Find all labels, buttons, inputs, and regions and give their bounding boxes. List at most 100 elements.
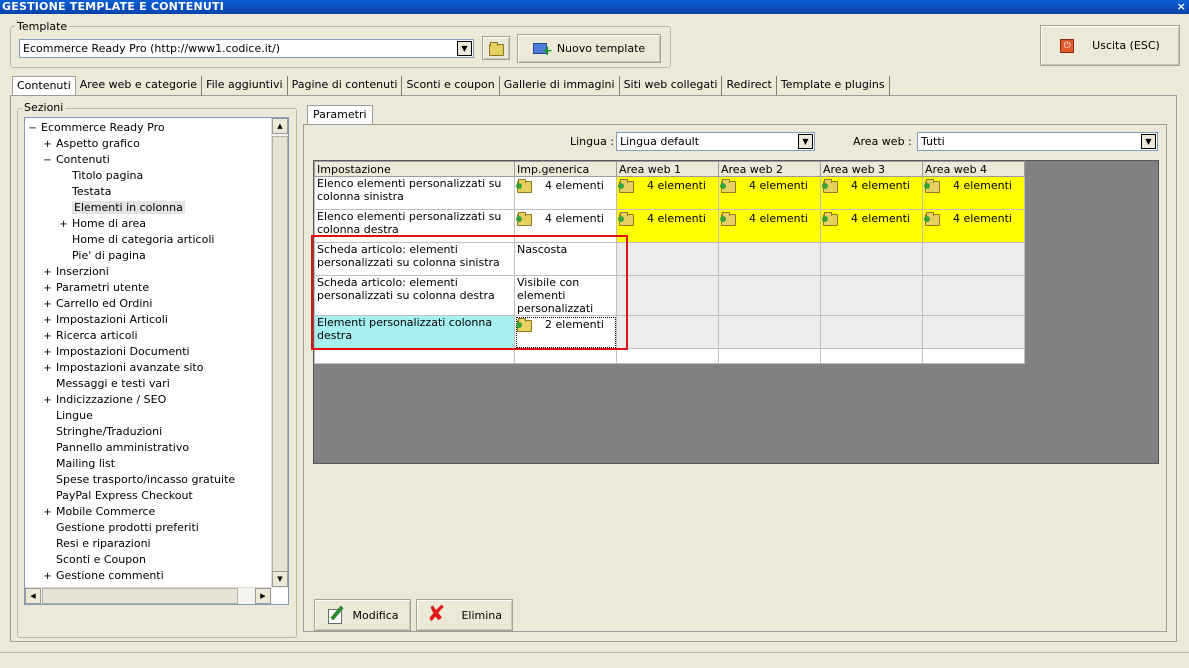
column-header[interactable]: Area web 4 bbox=[922, 161, 1025, 177]
area-cell[interactable]: 4 elementi bbox=[820, 176, 923, 210]
hscroll-thumb[interactable] bbox=[42, 588, 238, 604]
tree-item[interactable]: + Ricerca articoli bbox=[25, 328, 271, 344]
tab-gallerie[interactable]: Gallerie di immagini bbox=[500, 76, 620, 96]
expand-icon[interactable]: + bbox=[42, 569, 53, 585]
chevron-down-icon[interactable]: ▼ bbox=[1141, 134, 1156, 149]
tree-item[interactable]: Pannello amministrativo bbox=[25, 440, 271, 456]
area-cell[interactable] bbox=[922, 242, 1025, 276]
tree-item[interactable]: Titolo pagina bbox=[25, 168, 271, 184]
tree-item[interactable]: + Home di area bbox=[25, 216, 271, 232]
tree-item[interactable]: Resi e riparazioni bbox=[25, 536, 271, 552]
open-folder-button[interactable] bbox=[482, 36, 510, 60]
area-cell[interactable] bbox=[820, 242, 923, 276]
expand-icon[interactable]: + bbox=[42, 329, 53, 345]
expand-icon[interactable]: + bbox=[42, 137, 53, 153]
chevron-down-icon[interactable]: ▼ bbox=[457, 41, 472, 56]
tree-item[interactable]: Gestione prodotti preferiti bbox=[25, 520, 271, 536]
area-cell[interactable] bbox=[820, 275, 923, 316]
expand-icon[interactable]: + bbox=[42, 265, 53, 281]
expand-icon[interactable]: + bbox=[42, 281, 53, 297]
tab-redirect[interactable]: Redirect bbox=[722, 76, 777, 96]
tree-item[interactable]: Stringhe/Traduzioni bbox=[25, 424, 271, 440]
column-header[interactable]: Imp.generica bbox=[514, 161, 617, 177]
column-header[interactable]: Area web 1 bbox=[616, 161, 719, 177]
tab-pagine-contenuti[interactable]: Pagine di contenuti bbox=[288, 76, 403, 96]
area-cell[interactable]: 4 elementi bbox=[616, 176, 719, 210]
tree-item[interactable]: − Contenuti bbox=[25, 152, 271, 168]
expand-icon[interactable]: + bbox=[42, 345, 53, 361]
expand-icon[interactable]: + bbox=[58, 217, 69, 233]
tree-item[interactable]: + Inserzioni bbox=[25, 264, 271, 280]
area-cell[interactable]: 4 elementi bbox=[718, 209, 821, 243]
expand-icon[interactable]: + bbox=[42, 505, 53, 521]
exit-button[interactable]: ⏻ Uscita (ESC) bbox=[1040, 25, 1180, 66]
area-cell[interactable]: 4 elementi bbox=[718, 176, 821, 210]
tree-item[interactable]: Mailing list bbox=[25, 456, 271, 472]
tree-item[interactable]: + Aspetto grafico bbox=[25, 136, 271, 152]
tree-item[interactable]: Spese trasporto/incasso gratuite bbox=[25, 472, 271, 488]
area-cell[interactable]: 4 elementi bbox=[922, 176, 1025, 210]
scroll-down-icon[interactable]: ▼ bbox=[272, 571, 288, 587]
sections-tree[interactable]: − Ecommerce Ready Pro + Aspetto grafico − Con… bbox=[24, 117, 289, 605]
tree-item[interactable]: Elementi in colonna bbox=[25, 200, 271, 216]
area-cell[interactable] bbox=[922, 275, 1025, 316]
generic-cell[interactable]: 4 elementi bbox=[514, 176, 617, 210]
tree-item[interactable]: − Ecommerce Ready Pro bbox=[25, 120, 271, 136]
tree-item[interactable]: Testata bbox=[25, 184, 271, 200]
tree-item[interactable]: Lingue bbox=[25, 408, 271, 424]
table-row-empty[interactable] bbox=[314, 348, 1025, 364]
area-cell[interactable] bbox=[616, 275, 719, 316]
collapse-icon[interactable]: − bbox=[42, 153, 53, 169]
area-cell[interactable]: 4 elementi bbox=[616, 209, 719, 243]
tree-item[interactable]: + Carrello ed Ordini bbox=[25, 296, 271, 312]
area-cell[interactable] bbox=[718, 275, 821, 316]
tree-vertical-scrollbar[interactable]: ▲ ▼ bbox=[271, 118, 288, 588]
chevron-down-icon[interactable]: ▼ bbox=[798, 134, 813, 149]
tree-item[interactable]: Home di categoria articoli bbox=[25, 232, 271, 248]
tree-item[interactable]: + Indicizzazione / SEO bbox=[25, 392, 271, 408]
modify-button[interactable]: Modifica bbox=[314, 599, 411, 631]
tree-item[interactable]: PayPal Express Checkout bbox=[25, 488, 271, 504]
area-cell[interactable] bbox=[718, 242, 821, 276]
scroll-up-icon[interactable]: ▲ bbox=[272, 118, 288, 134]
tab-contenuti[interactable]: Contenuti bbox=[12, 76, 76, 96]
tree-item[interactable]: + Gestione commenti bbox=[25, 568, 271, 584]
tree-item[interactable]: + Impostazioni Documenti bbox=[25, 344, 271, 360]
area-cell[interactable] bbox=[922, 315, 1025, 349]
template-select[interactable]: Ecommerce Ready Pro (http://www1.codice.… bbox=[19, 39, 474, 58]
area-cell[interactable] bbox=[820, 315, 923, 349]
tab-template-plugins[interactable]: Template e plugins bbox=[777, 76, 890, 96]
tree-item[interactable]: + Impostazioni Articoli bbox=[25, 312, 271, 328]
tree-item[interactable]: + Mobile Commerce bbox=[25, 504, 271, 520]
lingua-select[interactable]: Lingua default ▼ bbox=[616, 132, 815, 151]
scroll-thumb[interactable] bbox=[272, 136, 288, 584]
tree-item[interactable]: + Impostazioni avanzate sito bbox=[25, 360, 271, 376]
expand-icon[interactable]: + bbox=[42, 361, 53, 377]
collapse-icon[interactable]: − bbox=[27, 121, 38, 137]
new-template-button[interactable]: + Nuovo template bbox=[517, 34, 661, 63]
column-header[interactable]: Area web 2 bbox=[718, 161, 821, 177]
column-header[interactable]: Impostazione bbox=[314, 161, 515, 177]
area-cell[interactable] bbox=[718, 315, 821, 349]
expand-icon[interactable]: + bbox=[42, 313, 53, 329]
tab-siti-collegati[interactable]: Siti web collegati bbox=[620, 76, 723, 96]
tab-sconti-coupon[interactable]: Sconti e coupon bbox=[402, 76, 500, 96]
tab-parametri[interactable]: Parametri bbox=[307, 105, 373, 125]
delete-button[interactable]: ✘ Elimina bbox=[416, 599, 513, 631]
tree-item[interactable]: Messaggi e testi vari bbox=[25, 376, 271, 392]
column-header[interactable]: Area web 3 bbox=[820, 161, 923, 177]
tab-file-aggiuntivi[interactable]: File aggiuntivi bbox=[202, 76, 288, 96]
area-web-select[interactable]: Tutti ▼ bbox=[917, 132, 1158, 151]
area-cell[interactable]: 4 elementi bbox=[922, 209, 1025, 243]
scroll-left-icon[interactable]: ◀ bbox=[25, 588, 41, 604]
tree-item[interactable]: + Parametri utente bbox=[25, 280, 271, 296]
setting-cell[interactable]: Elenco elementi personalizzati su colonn… bbox=[314, 176, 515, 210]
tree-item[interactable]: Pie' di pagina bbox=[25, 248, 271, 264]
tree-horizontal-scrollbar[interactable]: ◀ ▶ bbox=[25, 587, 272, 604]
expand-icon[interactable]: + bbox=[42, 393, 53, 409]
table-row[interactable]: Elenco elementi personalizzati su colonn… bbox=[314, 176, 1025, 210]
tree-item[interactable]: Sconti e Coupon bbox=[25, 552, 271, 568]
area-cell[interactable] bbox=[616, 242, 719, 276]
expand-icon[interactable]: + bbox=[42, 297, 53, 313]
scroll-right-icon[interactable]: ▶ bbox=[255, 588, 271, 604]
